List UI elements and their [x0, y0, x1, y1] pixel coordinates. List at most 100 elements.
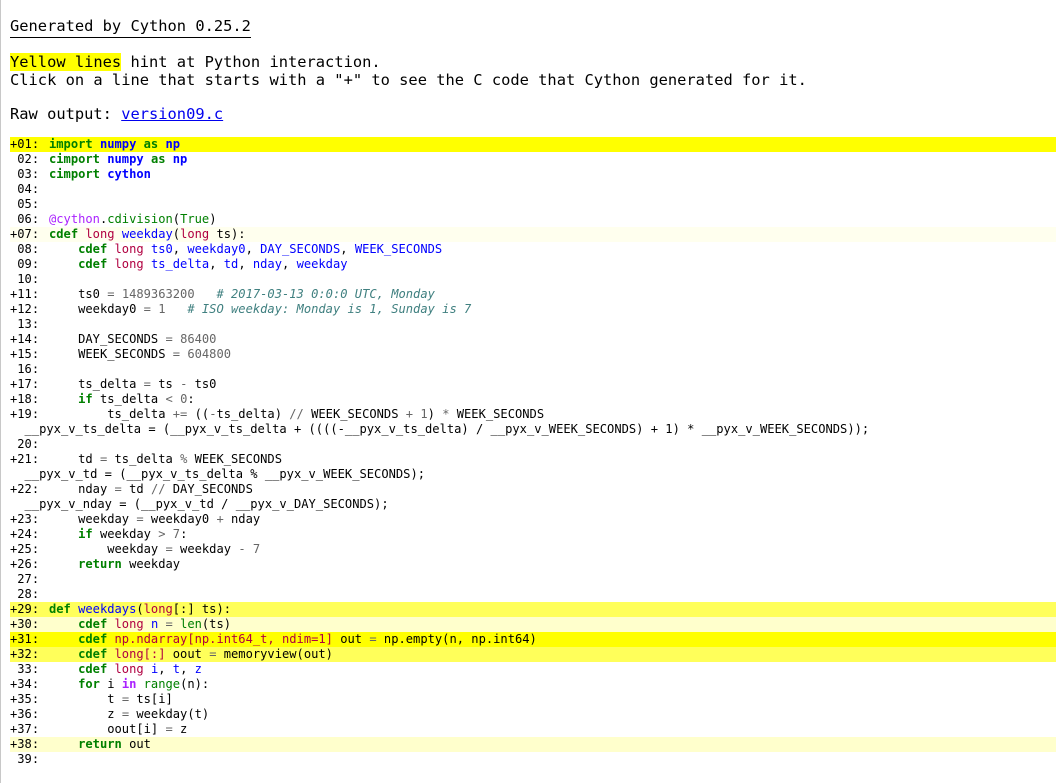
code-line[interactable]: +22: nday = td // DAY_SECONDS — [10, 482, 1056, 497]
code-line[interactable]: +18: if ts_delta < 0: — [10, 392, 1056, 407]
code-line: 04: — [10, 182, 1056, 197]
code-line[interactable]: +11: ts0 = 1489363200 # 2017-03-13 0:0:0… — [10, 287, 1056, 302]
code-token: np — [172, 152, 188, 166]
code-token: long — [114, 257, 144, 271]
code-line[interactable]: +36: z = weekday(t) — [10, 707, 1056, 722]
line-number: 10: — [10, 272, 40, 286]
line-number: 02: — [10, 152, 40, 166]
hint-line-2: Click on a line that starts with a "+" t… — [10, 71, 807, 89]
code-token: oout[i] — [49, 722, 166, 736]
code-line[interactable]: +26: return weekday — [10, 557, 1056, 572]
code-token: = — [107, 287, 115, 301]
code-line[interactable]: +35: t = ts[i] — [10, 692, 1056, 707]
code-token: cython — [107, 167, 151, 181]
line-number: +22: — [10, 482, 40, 496]
code-token: = — [165, 722, 173, 736]
code-token: weekday — [49, 512, 137, 526]
code-line: 20: — [10, 437, 1056, 452]
code-line[interactable]: +14: DAY_SECONDS = 86400 — [10, 332, 1056, 347]
code-line[interactable]: +24: if weekday > 7: — [10, 527, 1056, 542]
line-number: +11: — [10, 287, 40, 301]
code-token: ( — [172, 227, 181, 241]
line-number: +19: — [10, 407, 40, 421]
code-line[interactable]: +01: import numpy as np — [10, 137, 1056, 152]
code-token: 1 — [420, 407, 428, 421]
line-number: +38: — [10, 737, 40, 751]
code-token: = — [165, 332, 173, 346]
code-line[interactable]: +19: ts_delta += ((-ts_delta) // WEEK_SE… — [10, 407, 1056, 422]
code-token: return — [78, 737, 122, 751]
line-number: 28: — [10, 587, 40, 601]
code-line[interactable]: +25: weekday = weekday - 7 — [10, 542, 1056, 557]
code-line[interactable]: +34: for i in range(n): — [10, 677, 1056, 692]
code-token: weekday — [121, 557, 181, 571]
c-code-line: __pyx_v_nday = (__pyx_v_td / __pyx_v_DAY… — [10, 497, 1056, 512]
code-token: WEEK_SECONDS — [49, 347, 173, 361]
code-token: z — [49, 707, 122, 721]
code-token: , — [209, 257, 224, 271]
code-token: cdef — [78, 617, 108, 631]
code-token: long — [114, 662, 144, 676]
code-token: - — [238, 542, 246, 556]
line-number: 06: — [10, 212, 40, 226]
code-token: @cython — [49, 212, 100, 226]
code-line[interactable]: +37: oout[i] = z — [10, 722, 1056, 737]
code-token: cdef — [78, 662, 108, 676]
code-token: if — [78, 527, 93, 541]
code-token: < — [165, 392, 173, 406]
code-token: long — [114, 617, 144, 631]
code-line[interactable]: +07: cdef long weekday(long ts): — [10, 227, 1056, 242]
code-token: z — [172, 722, 188, 736]
code-line[interactable]: +32: cdef long[:] oout = memoryview(out) — [10, 647, 1056, 662]
code-line[interactable]: +30: cdef long n = len(ts) — [10, 617, 1056, 632]
code-token: cdef — [78, 647, 108, 661]
hint-text: Yellow lines hint at Python interaction.… — [10, 53, 1056, 89]
code-token: numpy — [99, 137, 137, 151]
code-token: ( — [172, 212, 181, 226]
code-token: len — [180, 617, 202, 631]
line-number: +30: — [10, 617, 40, 631]
code-line[interactable]: +17: ts_delta = ts - ts0 — [10, 377, 1056, 392]
code-token: for — [78, 677, 100, 691]
code-token: , — [340, 242, 355, 256]
code-line[interactable]: +12: weekday0 = 1 # ISO weekday: Monday … — [10, 302, 1056, 317]
code-token: ts_delta — [150, 257, 210, 271]
line-number: 33: — [10, 662, 40, 676]
code-line[interactable]: +29: def weekdays(long[:] ts): — [10, 602, 1056, 617]
code-token: , — [172, 242, 188, 256]
code-line[interactable]: +31: cdef np.ndarray[np.int64_t, ndim=1]… — [10, 632, 1056, 647]
code-token: if — [78, 392, 93, 406]
code-token: np — [165, 137, 181, 151]
code-line: 02: cimport numpy as np — [10, 152, 1056, 167]
line-number: +35: — [10, 692, 40, 706]
raw-output-link[interactable]: version09.c — [121, 105, 223, 123]
code-token: np.ndarray[np.int64_t, ndim=1] — [114, 632, 333, 646]
code-token: = — [121, 692, 130, 706]
code-token: 7 — [172, 527, 181, 541]
code-line[interactable]: +15: WEEK_SECONDS = 604800 — [10, 347, 1056, 362]
code-line[interactable]: +21: td = ts_delta % WEEK_SECONDS — [10, 452, 1056, 467]
code-token: ts_delta — [107, 452, 181, 466]
code-token: weekday — [172, 542, 239, 556]
code-token: out — [121, 737, 151, 751]
line-number: +29: — [10, 602, 40, 616]
code-token: i — [99, 677, 122, 691]
code-line[interactable]: +23: weekday = weekday0 + nday — [10, 512, 1056, 527]
code-token: WEEK_SECONDS — [187, 452, 282, 466]
line-number: +21: — [10, 452, 40, 466]
code-line[interactable]: +38: return out — [10, 737, 1056, 752]
